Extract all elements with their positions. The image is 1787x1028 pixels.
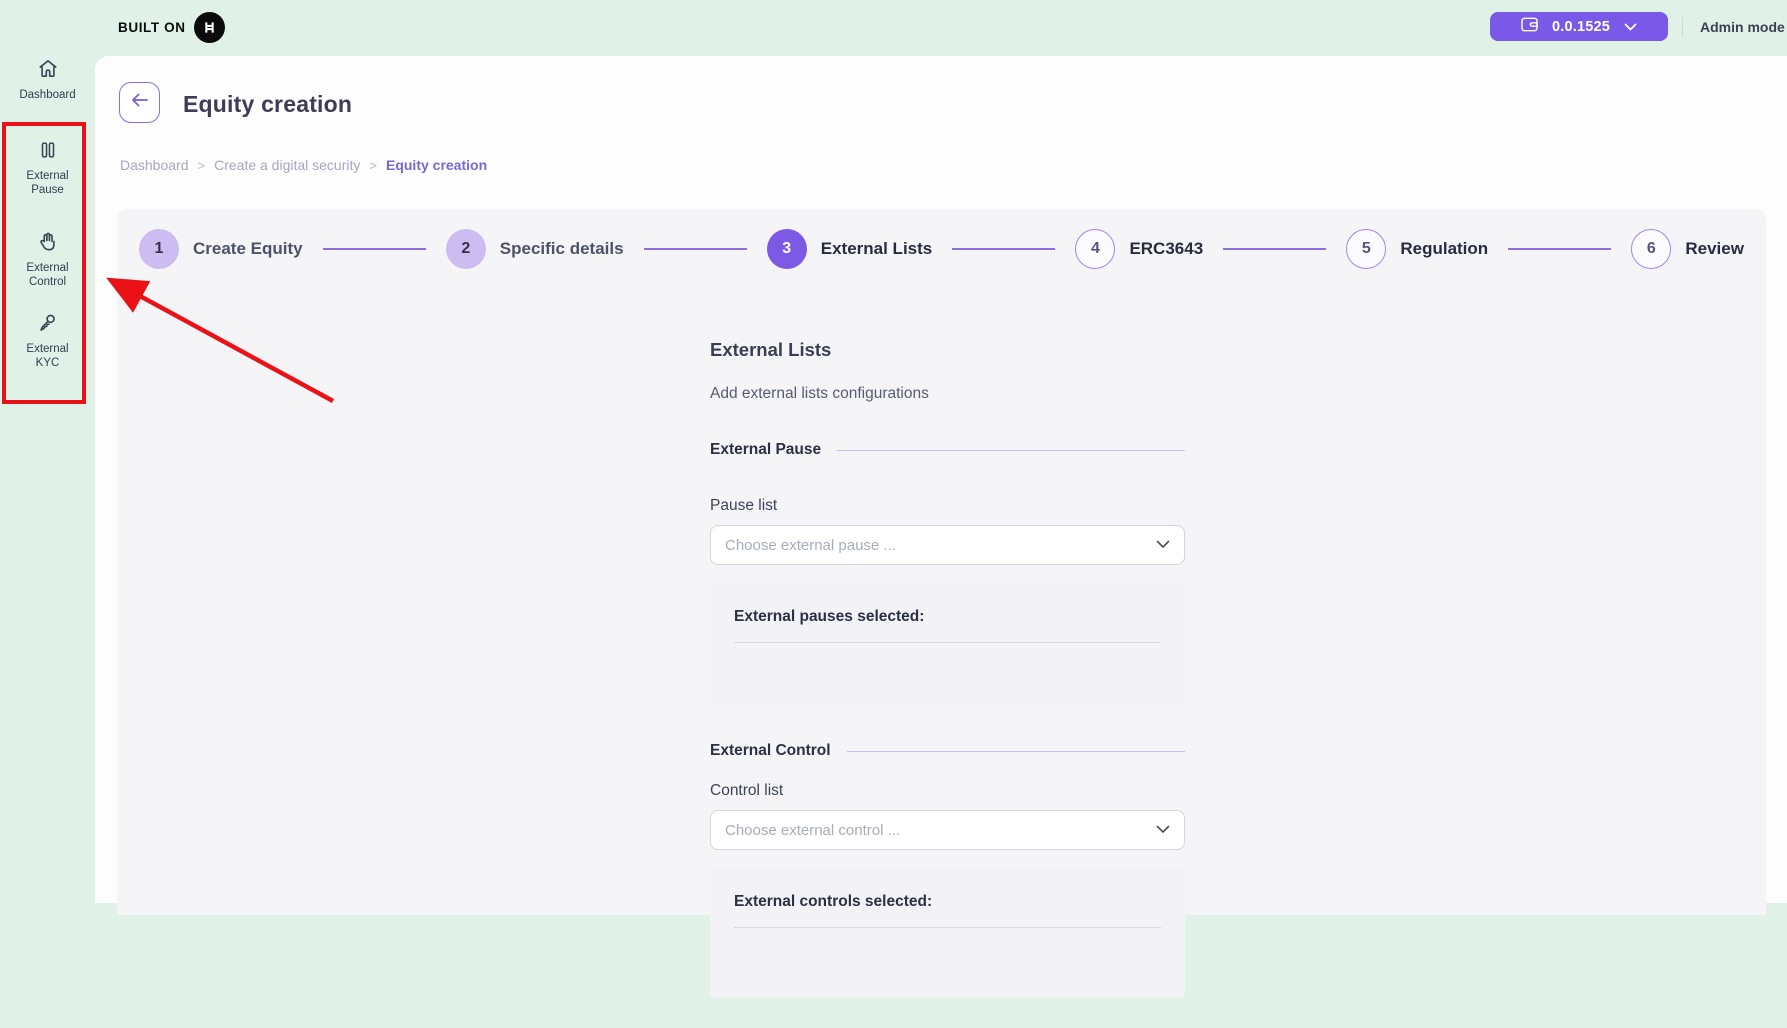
external-lists-form: External Lists Add external lists config…: [710, 339, 1185, 1028]
section-heading: External Pause: [710, 441, 821, 459]
step-label: ERC3643: [1129, 239, 1203, 259]
step-number: 4: [1075, 229, 1115, 269]
section-external-control: External Control: [710, 742, 1185, 760]
chevron-down-icon: [1156, 821, 1170, 839]
breadcrumb-current: Equity creation: [386, 157, 487, 173]
hedera-logo-icon: [194, 12, 225, 43]
card-heading: External controls selected:: [734, 893, 1161, 911]
pause-list-placeholder: Choose external pause ...: [725, 537, 896, 554]
topbar-divider: [1682, 17, 1683, 36]
page-title: Equity creation: [183, 91, 352, 118]
pause-list-select[interactable]: Choose external pause ...: [710, 525, 1185, 565]
card-divider: [734, 642, 1161, 643]
chevron-down-icon: [1156, 536, 1170, 554]
section-heading: External Control: [710, 742, 831, 760]
step-connector: [952, 248, 1055, 250]
control-list-placeholder: Choose external control ...: [725, 822, 900, 839]
sidebar-item-label: ExternalControl: [26, 262, 68, 289]
external-pauses-selected-card: External pauses selected:: [710, 582, 1185, 711]
section-divider: [847, 751, 1185, 752]
external-controls-selected-card: External controls selected:: [710, 867, 1185, 997]
wallet-account-button[interactable]: 0.0.1525: [1490, 12, 1668, 41]
step-label: Specific details: [500, 239, 624, 259]
step-label: Create Equity: [193, 239, 303, 259]
wizard-stepper: 1 Create Equity 2 Specific details 3 Ext…: [117, 209, 1766, 271]
step-number: 6: [1631, 229, 1671, 269]
breadcrumb: Dashboard > Create a digital security > …: [120, 157, 487, 173]
step-erc3643[interactable]: 4 ERC3643: [1075, 229, 1203, 269]
breadcrumb-separator-icon: >: [198, 158, 206, 173]
wizard-panel: 1 Create Equity 2 Specific details 3 Ext…: [117, 209, 1766, 915]
sidebar-item-external-kyc[interactable]: ExternalKYC: [0, 311, 95, 370]
topbar: BUILT ON 0.0.1525 Admin mode: [0, 0, 1787, 56]
step-number: 1: [139, 229, 179, 269]
step-label: External Lists: [821, 239, 933, 259]
step-external-lists[interactable]: 3 External Lists: [767, 229, 933, 269]
breadcrumb-dashboard[interactable]: Dashboard: [120, 157, 189, 173]
step-connector: [644, 248, 747, 250]
step-label: Review: [1685, 239, 1744, 259]
step-create-equity[interactable]: 1 Create Equity: [139, 229, 303, 269]
sidebar-item-label: Dashboard: [19, 89, 75, 103]
back-button[interactable]: [119, 82, 160, 123]
breadcrumb-separator-icon: >: [369, 158, 377, 173]
control-list-select[interactable]: Choose external control ...: [710, 810, 1185, 850]
brand-text: BUILT ON: [118, 20, 186, 35]
key-icon: [36, 311, 59, 339]
brand-logo: BUILT ON: [118, 12, 225, 43]
sidebar-item-external-control[interactable]: ExternalControl: [0, 230, 95, 289]
step-label: Regulation: [1400, 239, 1488, 259]
sidebar-item-label: ExternalPause: [26, 170, 68, 197]
arrow-left-icon: [131, 93, 149, 112]
sidebar-item-label: ExternalKYC: [26, 343, 68, 370]
wallet-account-id: 0.0.1525: [1552, 19, 1610, 35]
admin-mode-label: Admin mode: [1700, 19, 1785, 35]
wallet-icon: [1521, 17, 1538, 37]
step-review[interactable]: 6 Review: [1631, 229, 1744, 269]
section-external-pause: External Pause: [710, 441, 1185, 459]
pause-list-label: Pause list: [710, 497, 1185, 515]
card-divider: [734, 927, 1161, 928]
form-title: External Lists: [710, 339, 1185, 361]
step-connector: [323, 248, 426, 250]
form-subtitle: Add external lists configurations: [710, 385, 1185, 403]
sidebar-item-external-pause[interactable]: ExternalPause: [0, 139, 95, 197]
hand-icon: [36, 230, 59, 258]
home-icon: [36, 57, 60, 85]
sidebar-item-dashboard[interactable]: Dashboard: [0, 57, 95, 103]
step-connector: [1223, 248, 1326, 250]
chevron-down-icon: [1624, 18, 1637, 36]
step-number: 5: [1346, 229, 1386, 269]
pause-icon: [37, 139, 59, 166]
step-connector: [1508, 248, 1611, 250]
control-list-label: Control list: [710, 782, 1185, 800]
step-number: 2: [446, 229, 486, 269]
main-content: Equity creation Dashboard > Create a dig…: [95, 56, 1787, 903]
card-heading: External pauses selected:: [734, 608, 1161, 626]
step-number: 3: [767, 229, 807, 269]
step-specific-details[interactable]: 2 Specific details: [446, 229, 624, 269]
step-regulation[interactable]: 5 Regulation: [1346, 229, 1488, 269]
section-divider: [837, 450, 1185, 451]
breadcrumb-create-digital-security[interactable]: Create a digital security: [214, 157, 360, 173]
